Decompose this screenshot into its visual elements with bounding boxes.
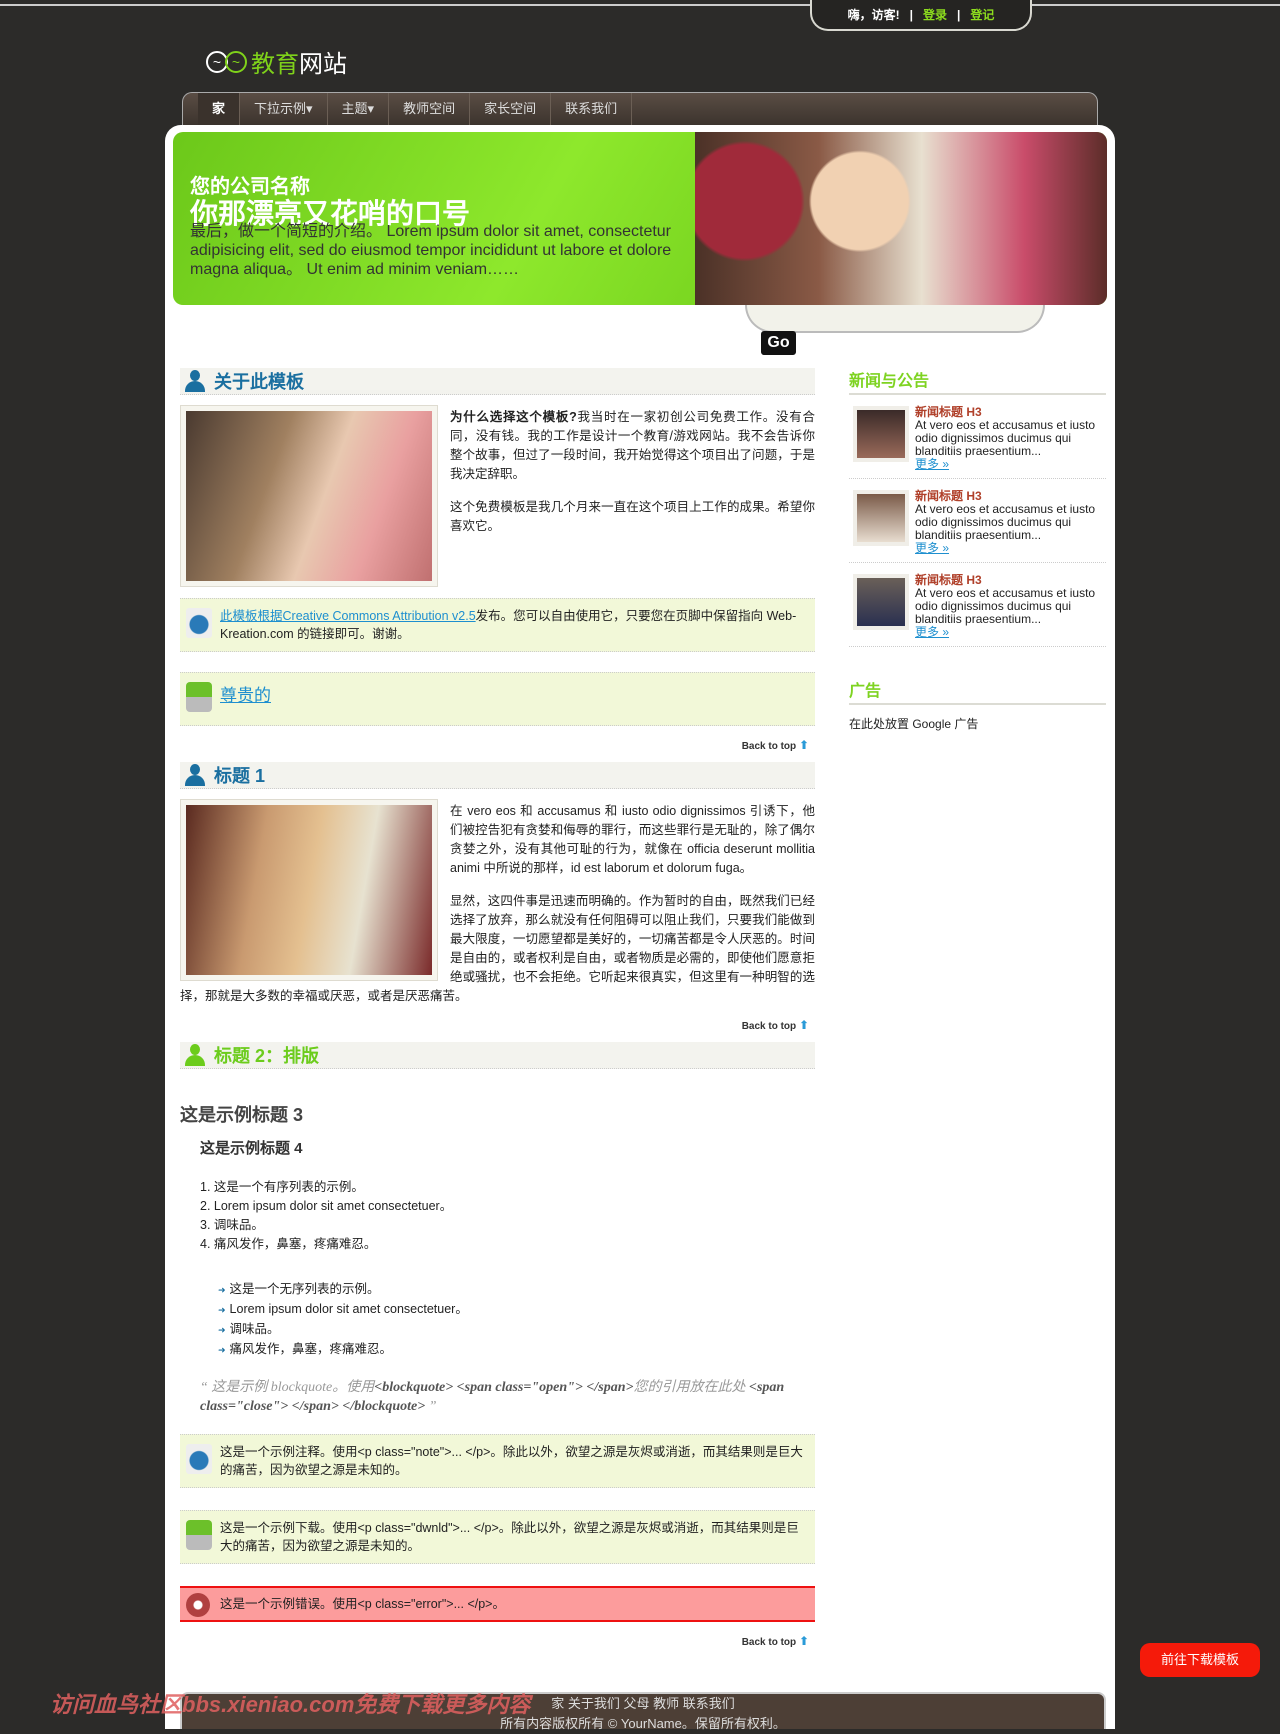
arrow-up-icon: ⬆	[798, 738, 809, 752]
blockquote: “ 这是示例 blockquote。使用<blockquote> <span c…	[200, 1380, 785, 1414]
download-template-button[interactable]: 前往下载模板	[1140, 1643, 1260, 1677]
list-item: 1. 这是一个有序列表的示例。	[200, 1180, 364, 1194]
main-nav: 家 下拉示例▾ 主题▾ 教师空间 家长空间 联系我们	[182, 92, 1098, 126]
error-text: 这是一个示例错误。使用<p class="error">... </p>。	[220, 1597, 505, 1611]
ordered-list: 1. 这是一个有序列表的示例。 2. Lorem ipsum dolor sit…	[200, 1178, 815, 1254]
unordered-list: 这是一个无序列表的示例。 Lorem ipsum dolor sit amet …	[218, 1280, 815, 1360]
list-item: 2. Lorem ipsum dolor sit amet consectetu…	[200, 1199, 453, 1213]
note-box: 这是一个示例注释。使用<p class="note">... </p>。除此以外…	[180, 1434, 815, 1488]
list-item: 3. 调味品。	[200, 1218, 264, 1232]
top-line	[1030, 4, 1280, 6]
intro: 最后，做一个简短的介绍。 Lorem ipsum dolor sit amet,…	[190, 223, 672, 278]
search-input[interactable]	[745, 305, 1045, 333]
download-link[interactable]: 尊贵的	[220, 686, 271, 705]
nav-dropdown-examples[interactable]: 下拉示例▾	[240, 93, 328, 126]
heading-text: 标题 2：排版	[214, 1046, 320, 1066]
greeting: 嗨，访客!	[847, 8, 900, 22]
note-text: 这是一个示例注释。使用<p class="note">... </p>。除此以外…	[220, 1445, 803, 1477]
top-line	[0, 4, 812, 6]
info-icon	[186, 608, 212, 638]
news-heading: 新闻与公告	[849, 367, 1106, 395]
news-text: At vero eos et accusamus et iusto odio d…	[915, 418, 1096, 458]
sidebar: 新闻与公告 新闻标题 H3 At vero eos et accusamus et…	[849, 367, 1106, 732]
classroom-photo	[180, 405, 438, 587]
download-icon	[186, 682, 212, 712]
news-item: 新闻标题 H3 At vero eos et accusamus et iusto…	[849, 395, 1106, 479]
logo-text: 教育	[251, 51, 299, 78]
news-text: At vero eos et accusamus et iusto odio d…	[915, 502, 1096, 542]
news-text: At vero eos et accusamus et iusto odio d…	[915, 586, 1096, 626]
more-link[interactable]: 更多 »	[915, 625, 949, 639]
hero-banner: 您的公司名称 你那漂亮又花哨的口号 最后，做一个简短的介绍。 Lorem ips…	[173, 132, 1107, 305]
nav-themes[interactable]: 主题▾	[328, 93, 390, 126]
main-content: 关于此模板 为什么选择这个模板?我当时在一家初创公司免费工作。没有合同，没有钱。…	[180, 368, 815, 1658]
nav-home[interactable]: 家	[198, 93, 241, 126]
person-icon	[184, 1044, 206, 1066]
nav-parents[interactable]: 家长空间	[470, 93, 552, 126]
info-icon	[186, 1444, 212, 1474]
ads-text: 在此处放置 Google 广告	[849, 717, 979, 731]
sample-h4: 这是示例标题 4	[200, 1140, 303, 1157]
list-item: 调味品。	[218, 1320, 815, 1340]
error-box: 这是一个示例错误。使用<p class="error">... </p>。	[180, 1586, 815, 1622]
section-heading: 标题 2：排版	[180, 1042, 815, 1069]
person-icon	[184, 370, 206, 392]
download-box: 尊贵的	[180, 672, 815, 726]
nav-teachers[interactable]: 教师空间	[389, 93, 471, 126]
person-icon	[184, 764, 206, 786]
back-to-top-link[interactable]: Back to top ⬆	[180, 1634, 809, 1648]
sample-h3: 这是示例标题 3	[180, 1105, 304, 1125]
section-heading: 标题 1	[180, 762, 815, 789]
news-thumb	[853, 406, 909, 462]
download-icon	[186, 1520, 212, 1550]
site-logo[interactable]: ~ ~ 教育 网站	[206, 44, 347, 79]
list-item: 4. 痛风发作，鼻塞，疼痛难忍。	[200, 1237, 377, 1251]
search-go-button[interactable]: Go	[761, 331, 796, 355]
arrow-up-icon: ⬆	[798, 1018, 809, 1032]
login-tab: 嗨，访客! | 登录 | 登记	[810, 0, 1032, 31]
section-heading: 关于此模板	[180, 368, 815, 395]
login-link[interactable]: 登录	[923, 6, 947, 23]
hero-photo	[695, 132, 1107, 305]
mother-child-photo	[180, 799, 438, 981]
lead: 为什么选择这个模板?	[450, 410, 577, 424]
more-link[interactable]: 更多 »	[915, 457, 949, 471]
back-to-top-link[interactable]: Back to top ⬆	[180, 738, 809, 752]
more-link[interactable]: 更多 »	[915, 541, 949, 555]
list-item: 这是一个无序列表的示例。	[218, 1280, 815, 1300]
separator: |	[957, 7, 961, 22]
back-to-top-link[interactable]: Back to top ⬆	[180, 1018, 809, 1032]
license-note: 此模板根据Creative Commons Attribution v2.5发布…	[180, 598, 815, 652]
watermark: 访问血鸟社区bbs.xieniao.com免费下载更多内容	[50, 1692, 531, 1717]
error-icon	[186, 1593, 210, 1617]
arrow-up-icon: ⬆	[798, 1634, 809, 1648]
news-item: 新闻标题 H3 At vero eos et accusamus et iusto…	[849, 479, 1106, 563]
ads-heading: 广告	[849, 677, 1106, 705]
license-link[interactable]: 此模板根据Creative Commons Attribution v2.5	[220, 609, 476, 623]
download-box: 这是一个示例下载。使用<p class="dwnld">... </p>。除此以…	[180, 1510, 815, 1564]
separator: |	[909, 7, 913, 22]
logo-icon: ~	[225, 50, 247, 73]
register-link[interactable]: 登记	[970, 6, 994, 23]
list-item: Lorem ipsum dolor sit amet consectetuer。	[218, 1300, 815, 1320]
nav-contact[interactable]: 联系我们	[551, 93, 633, 126]
heading-text: 标题 1	[214, 766, 266, 786]
logo-text: 网站	[299, 51, 347, 78]
news-thumb	[853, 574, 909, 630]
news-thumb	[853, 490, 909, 546]
download-text: 这是一个示例下载。使用<p class="dwnld">... </p>。除此以…	[220, 1521, 799, 1553]
list-item: 痛风发作，鼻塞，疼痛难忍。	[218, 1340, 815, 1360]
news-item: 新闻标题 H3 At vero eos et accusamus et iusto…	[849, 563, 1106, 647]
heading-text: 关于此模板	[214, 372, 304, 392]
